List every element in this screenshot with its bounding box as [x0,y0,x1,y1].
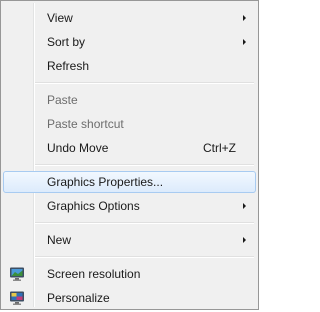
menu-item-view[interactable]: View [3,7,256,29]
menu-item-label: Sort by [47,35,86,49]
menu-item-label: Screen resolution [47,267,141,281]
menu-item-label: Graphics Properties... [47,175,164,189]
menu-item-label: Paste shortcut [47,117,124,131]
menu-item-label: Refresh [47,59,90,73]
menu-item-paste-shortcut[interactable]: Paste shortcut [3,113,256,135]
submenu-arrow-icon [243,203,246,209]
menu-item-label: Personalize [47,291,110,305]
menu-separator [35,222,254,224]
menu-item-graphics-options[interactable]: Graphics Options [3,195,256,217]
personalize-icon [10,291,24,305]
menu-separator [35,164,254,166]
menu-separator [35,82,254,84]
menu-item-sort-by[interactable]: Sort by [3,31,256,53]
menu-item-new[interactable]: New [3,229,256,251]
menu-item-screen-resolution[interactable]: Screen resolution [3,263,256,285]
submenu-arrow-icon [243,39,246,45]
menu-item-label: Undo Move [47,141,109,155]
menu-item-label: View [47,11,73,25]
submenu-arrow-icon [243,15,246,21]
menu-item-label: Graphics Options [47,199,140,213]
shortcut-text: Ctrl+Z [203,141,236,155]
menu-item-label: Paste [47,93,78,107]
menu-item-paste[interactable]: Paste [3,89,256,111]
menu-item-undo-move[interactable]: Undo Move Ctrl+Z [3,137,256,159]
menu-item-refresh[interactable]: Refresh [3,55,256,77]
menu-item-personalize[interactable]: Personalize [3,287,256,309]
monitor-icon [10,267,24,281]
context-menu: View Sort by Refresh Paste Paste shortcu… [0,0,259,310]
menu-item-label: New [47,233,72,247]
menu-item-graphics-properties[interactable]: Graphics Properties... [3,171,256,193]
menu-separator [35,256,254,258]
submenu-arrow-icon [243,237,246,243]
